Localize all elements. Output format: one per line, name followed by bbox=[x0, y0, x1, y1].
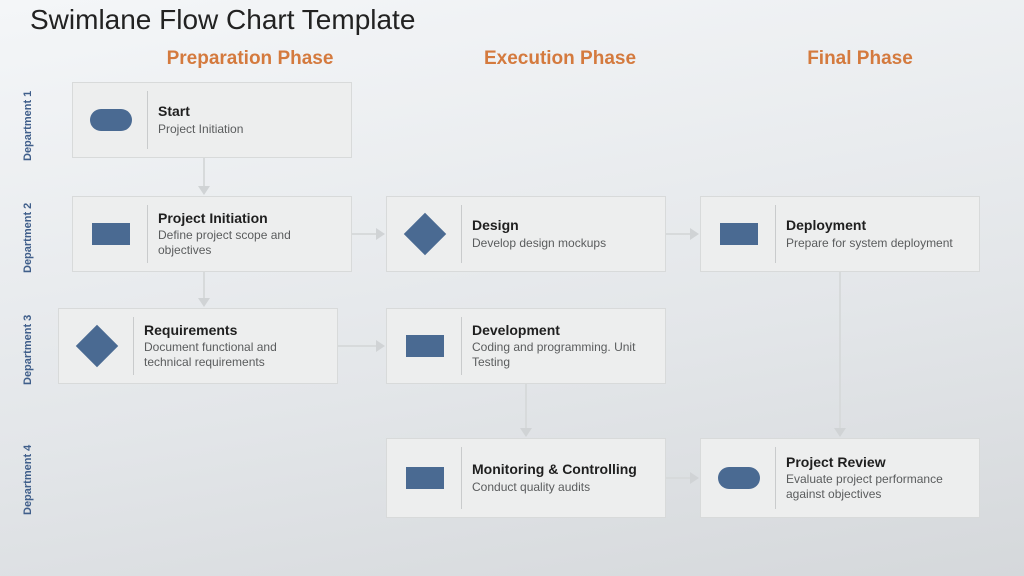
card-title: Deployment bbox=[786, 217, 969, 233]
card-desc: Coding and programming. Unit Testing bbox=[472, 340, 655, 370]
page-title: Swimlane Flow Chart Template bbox=[30, 4, 415, 36]
terminator-icon bbox=[718, 467, 760, 489]
arrow-right-icon bbox=[666, 472, 699, 484]
terminator-icon bbox=[90, 109, 132, 131]
card-monitoring-controlling: Monitoring & Controlling Conduct quality… bbox=[386, 438, 666, 518]
card-development: Development Coding and programming. Unit… bbox=[386, 308, 666, 384]
card-title: Start bbox=[158, 103, 341, 119]
card-project-review: Project Review Evaluate project performa… bbox=[700, 438, 980, 518]
card-design: Design Develop design mockups bbox=[386, 196, 666, 272]
process-icon bbox=[406, 467, 444, 489]
card-title: Project Review bbox=[786, 454, 969, 470]
card-desc: Project Initiation bbox=[158, 122, 341, 137]
card-desc: Document functional and technical requir… bbox=[144, 340, 327, 370]
card-title: Development bbox=[472, 322, 655, 338]
decision-icon bbox=[76, 325, 118, 367]
arrow-right-icon bbox=[338, 340, 385, 352]
card-title: Monitoring & Controlling bbox=[472, 461, 655, 477]
lane-label-d4: Department 4 bbox=[22, 440, 34, 520]
arrow-down-icon bbox=[198, 272, 210, 307]
arrow-down-icon bbox=[198, 158, 210, 195]
arrow-down-icon bbox=[520, 384, 532, 437]
card-desc: Define project scope and objectives bbox=[158, 228, 341, 258]
card-desc: Evaluate project performance against obj… bbox=[786, 472, 969, 502]
arrow-right-icon bbox=[352, 228, 385, 240]
arrow-down-icon bbox=[834, 272, 846, 437]
lane-label-d1: Department 1 bbox=[22, 86, 34, 166]
arrow-right-icon bbox=[666, 228, 699, 240]
lane-label-d3: Department 3 bbox=[22, 310, 34, 390]
card-desc: Develop design mockups bbox=[472, 236, 655, 251]
process-icon bbox=[406, 335, 444, 357]
card-project-initiation: Project Initiation Define project scope … bbox=[72, 196, 352, 272]
card-start: Start Project Initiation bbox=[72, 82, 352, 158]
process-icon bbox=[92, 223, 130, 245]
phase-header-final: Final Phase bbox=[730, 48, 990, 70]
card-title: Design bbox=[472, 217, 655, 233]
card-desc: Prepare for system deployment bbox=[786, 236, 969, 251]
card-requirements: Requirements Document functional and tec… bbox=[58, 308, 338, 384]
process-icon bbox=[720, 223, 758, 245]
phase-header-preparation: Preparation Phase bbox=[120, 48, 380, 70]
card-title: Requirements bbox=[144, 322, 327, 338]
card-title: Project Initiation bbox=[158, 210, 341, 226]
lane-label-d2: Department 2 bbox=[22, 198, 34, 278]
phase-header-execution: Execution Phase bbox=[430, 48, 690, 70]
card-desc: Conduct quality audits bbox=[472, 480, 655, 495]
card-deployment: Deployment Prepare for system deployment bbox=[700, 196, 980, 272]
decision-icon bbox=[404, 213, 446, 255]
